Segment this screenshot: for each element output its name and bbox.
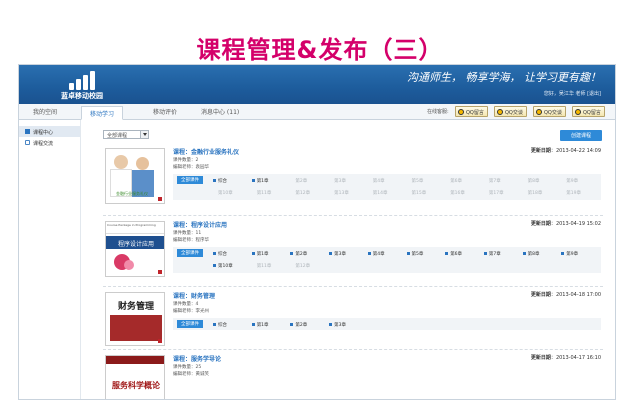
chapter-item: 第12章 <box>295 264 311 269</box>
chapter-list: 全部课件 综合 第1章 第2章 第3章 <box>173 318 601 330</box>
chapter-item: 第12章 <box>295 191 311 196</box>
course-editor: 编辑老师：李光州 <box>173 309 209 314</box>
course-updated: 更新日期：2013-04-18 17:00 <box>530 292 601 298</box>
chapter-list: 全部课件 综合 第1章 第2章 第3章 第4章 第5章 第6章 第7章 第8章 第9章第10章 第11… <box>173 247 601 273</box>
chapter-item[interactable]: 第8章 <box>522 251 539 257</box>
slogan: 沟通师生， 畅享学海， 让学习更有趣！ <box>407 71 601 84</box>
sidebar-item-course-center[interactable]: 课程中心 <box>19 126 80 137</box>
chapter-item[interactable]: 第2章 <box>290 251 307 257</box>
qq-chat-button[interactable]: QQ交谈 <box>494 106 527 117</box>
chapter-item: 第8章 <box>527 179 540 184</box>
course-count: 课件数量：25 <box>173 365 202 370</box>
qq-icon <box>536 109 542 115</box>
chapter-item[interactable]: 第2章 <box>290 322 307 328</box>
course-card: 金融行业服务礼仪 课程：金融行业服务礼仪 课件数量：2 编辑老师：袁园华 更新日… <box>103 144 603 216</box>
all-chapters-button[interactable]: 全部课件 <box>177 249 203 257</box>
chapter-item: 第16章 <box>450 191 465 196</box>
chapter-item[interactable]: 第3章 <box>329 251 346 257</box>
chapter-item[interactable]: 第1章 <box>251 251 269 257</box>
course-editor: 编辑老师：黄诚笑 <box>173 372 209 377</box>
chapter-item[interactable]: 第5章 <box>406 251 423 257</box>
course-count: 课件数量：4 <box>173 302 199 307</box>
chapter-item: 第5章 <box>411 179 424 184</box>
all-chapters-button[interactable]: 全部课件 <box>177 320 203 328</box>
course-count: 课件数量：11 <box>173 231 202 236</box>
chapter-item[interactable]: 第1章 <box>251 322 269 328</box>
chapter-item: 第9章 <box>566 179 579 184</box>
online-service-label: 在线客服: <box>427 109 449 115</box>
course-card: 服务科学概论 课程：服务学导论 课件数量：25 编辑老师：黄诚笑 更新日期：20… <box>103 351 603 399</box>
course-count: 课件数量：2 <box>173 158 199 163</box>
chapter-item: 第18章 <box>527 191 543 196</box>
chapter-item: 第2章 <box>295 179 308 184</box>
chapter-item: 第3章 <box>334 179 346 184</box>
course-title[interactable]: 课程：财务管理 <box>173 291 215 300</box>
chapter-list: 全部课件 综合 第1章 第2章 第3章 第4章 第5章 第6章 第7章 第8章 第9章第10章 第11… <box>173 174 601 200</box>
slide-title: 课程管理&发布（三） <box>196 36 444 64</box>
course-updated: 更新日期：2013-04-22 14:09 <box>530 148 601 154</box>
chapter-item: 第7章 <box>488 179 501 184</box>
chevron-down-icon[interactable] <box>140 131 148 138</box>
qq-icon <box>575 109 581 115</box>
course-thumbnail[interactable]: 财务管理 <box>105 292 165 346</box>
course-thumbnail[interactable]: 服务科学概论 <box>105 355 165 399</box>
chapter-item: 第19章 <box>566 191 582 196</box>
chapter-item: 第11章 <box>256 191 272 196</box>
tab-my-space[interactable]: 我的空间 <box>33 107 57 116</box>
course-thumbnail[interactable]: 金融行业服务礼仪 <box>105 148 165 204</box>
chapter-item[interactable]: 综合 <box>213 251 227 257</box>
chapter-item: 第14章 <box>372 191 388 196</box>
header-banner: 蓝卓移动校园 沟通师生， 畅享学海， 让学习更有趣！ 您好，吴江华 老师 [退出… <box>19 65 615 104</box>
course-title[interactable]: 课程：金融行业服务礼仪 <box>173 147 239 156</box>
course-updated: 更新日期：2013-04-17 16:10 <box>530 355 601 361</box>
course-editor: 编辑老师：袁园华 <box>173 165 209 170</box>
course-card: Course Package in Programming 程序设计应用 课程：… <box>103 217 603 287</box>
tab-mobile-evaluation[interactable]: 移动评价 <box>153 107 177 116</box>
sidebar-item-course-chat[interactable]: 课程交流 <box>19 137 80 148</box>
tab-message-center[interactable]: 消息中心 (11) <box>201 107 239 116</box>
sidebar: 课程中心 课程交流 <box>19 120 81 399</box>
logo-icon <box>69 70 101 90</box>
chapter-item[interactable]: 第9章 <box>561 251 578 257</box>
all-chapters-button[interactable]: 全部课件 <box>177 176 203 184</box>
chapter-item[interactable]: 综合 <box>213 178 227 184</box>
chapter-item: 第17章 <box>488 191 504 196</box>
user-greeting[interactable]: 您好，吴江华 老师 [退出] <box>544 90 601 97</box>
course-center-icon <box>25 129 30 134</box>
create-course-button[interactable]: 创建课程 <box>560 130 602 141</box>
qq-message-button[interactable]: QQ留言 <box>572 106 605 117</box>
chapter-item[interactable]: 第10章 <box>213 263 233 269</box>
course-title[interactable]: 课程：服务学导论 <box>173 354 221 363</box>
chapter-item: 第10章 <box>218 191 233 196</box>
logo-text: 蓝卓移动校园 <box>61 92 103 100</box>
app-window: 蓝卓移动校园 沟通师生， 畅享学海， 让学习更有趣！ 您好，吴江华 老师 [退出… <box>18 64 616 400</box>
chapter-item[interactable]: 第6章 <box>445 251 462 257</box>
qq-icon <box>458 109 464 115</box>
chapter-item[interactable]: 第7章 <box>483 251 501 257</box>
course-editor: 编辑老师：程序华 <box>173 238 209 243</box>
chapter-item[interactable]: 综合 <box>213 322 227 328</box>
course-list-panel: 全部课程 创建课程 金融行业服务礼仪 课程：金融行业服务礼仪 课件数量：2 编辑… <box>97 120 609 399</box>
chapter-item: 第6章 <box>450 179 463 184</box>
tab-mobile-learning[interactable]: 移动学习 <box>81 106 124 120</box>
course-updated: 更新日期：2013-04-19 15:02 <box>530 221 601 227</box>
course-thumbnail[interactable]: Course Package in Programming 程序设计应用 <box>105 221 165 277</box>
tab-bar: 我的空间 移动学习 移动评价 消息中心 (11) 在线客服: QQ留言 QQ交谈… <box>19 104 615 120</box>
qq-chat-button[interactable]: QQ交谈 <box>533 106 566 117</box>
chapter-item: 第11章 <box>256 264 272 269</box>
chapter-item: 第15章 <box>411 191 427 196</box>
chapter-item: 第13章 <box>334 191 349 196</box>
qq-message-button[interactable]: QQ留言 <box>455 106 488 117</box>
chapter-item[interactable]: 第3章 <box>329 322 346 328</box>
qq-icon <box>497 109 503 115</box>
chat-icon <box>25 140 30 145</box>
chapter-item: 第4章 <box>372 179 385 184</box>
chapter-item[interactable]: 第1章 <box>251 178 269 184</box>
course-title[interactable]: 课程：程序设计应用 <box>173 220 227 229</box>
chapter-item[interactable]: 第4章 <box>367 251 385 257</box>
course-card: 财务管理 课程：财务管理 课件数量：4 编辑老师：李光州 更新日期：2013-0… <box>103 288 603 350</box>
course-filter-select[interactable]: 全部课程 <box>103 130 149 139</box>
